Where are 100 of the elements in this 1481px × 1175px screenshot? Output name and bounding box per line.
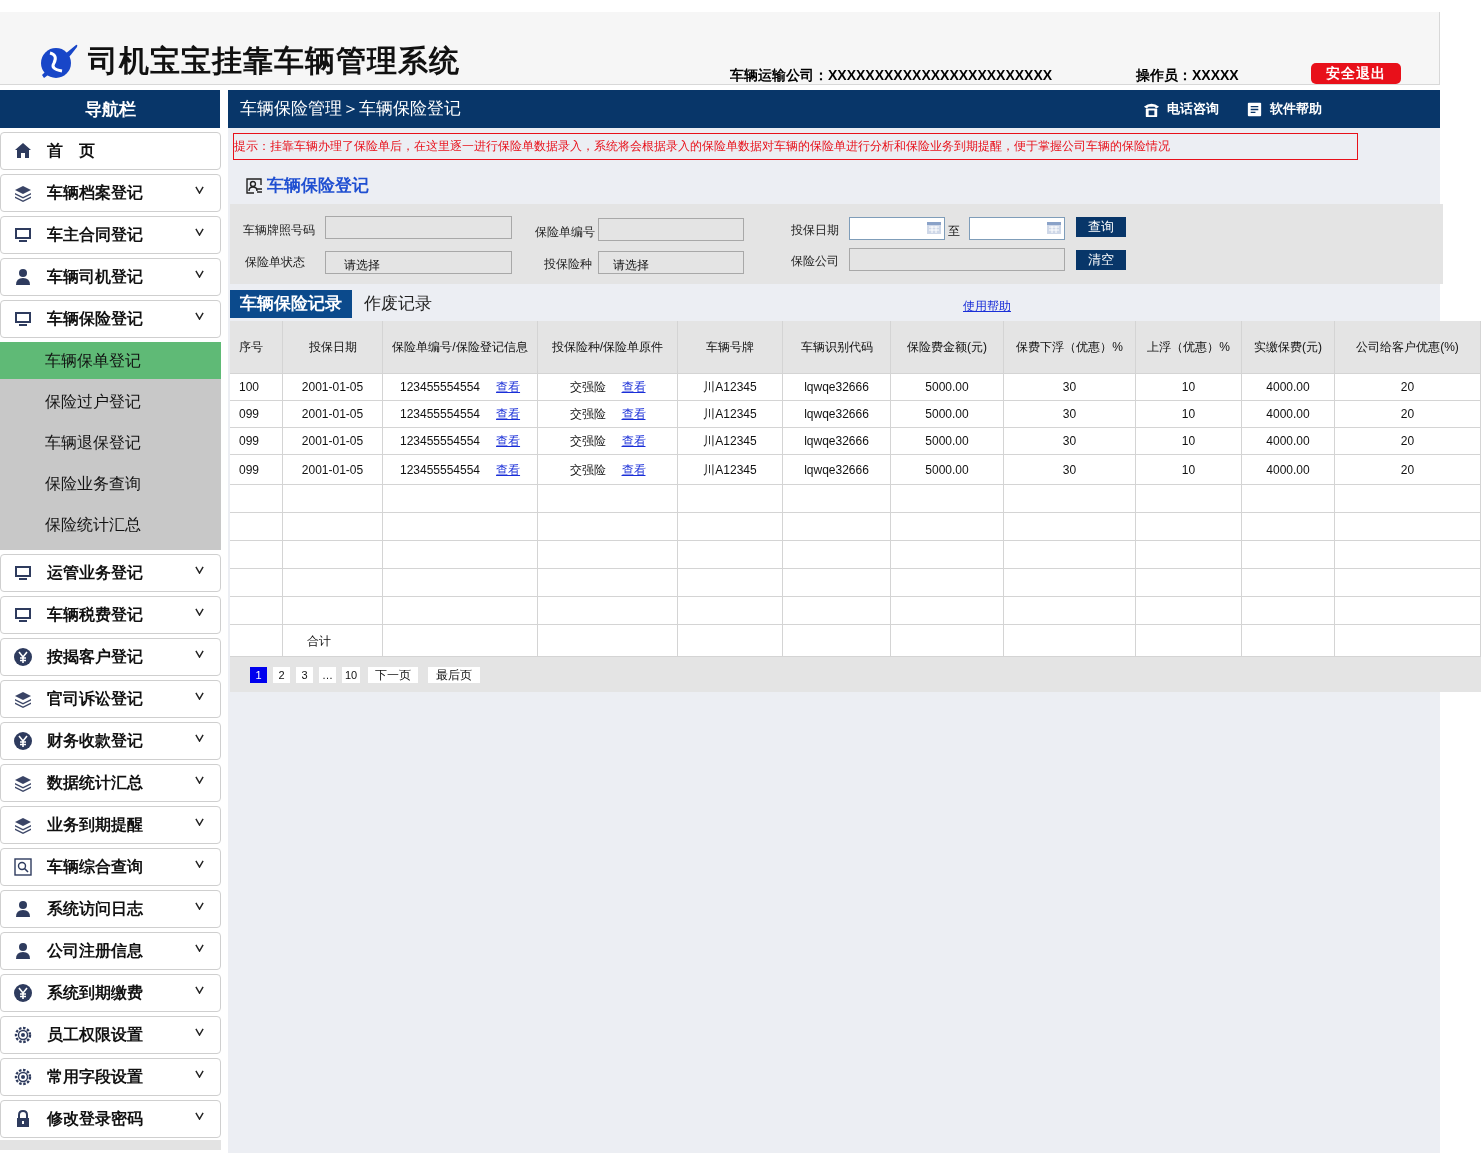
sidebar-item[interactable]: 修改登录密码 [0, 1100, 221, 1138]
monitor-icon [13, 563, 33, 583]
view-link[interactable]: 查看 [496, 432, 521, 450]
submenu-item[interactable]: 车辆退保登记 [0, 424, 221, 461]
view-link[interactable]: 查看 [621, 405, 646, 423]
chevron-down-icon [195, 691, 204, 700]
chevron-down-icon [195, 1069, 204, 1078]
sidebar-item[interactable]: 财务收款登记 [0, 722, 221, 760]
submenu-item[interactable]: 车辆保单登记 [0, 342, 221, 379]
chevron-down-icon [195, 1027, 204, 1036]
logout-button[interactable]: 安全退出 [1311, 63, 1401, 84]
yen-icon [13, 983, 33, 1003]
calendar-icon[interactable] [1047, 221, 1061, 234]
sidebar-item[interactable]: 车辆税费登记 [0, 596, 221, 634]
field-label: 保险单状态 [245, 253, 305, 271]
table-cell-text: 099 [239, 461, 260, 479]
next-page-button[interactable]: 下一页 [368, 666, 419, 683]
select-field[interactable]: 请选择 [598, 250, 744, 274]
submenu-item[interactable]: 保险业务查询 [0, 465, 221, 502]
table-cell-text: 5000.00 [925, 461, 969, 479]
sidebar-item[interactable]: 系统到期缴费 [0, 974, 221, 1012]
sidebar-item[interactable]: 车辆档案登记 [0, 174, 221, 212]
clear-button[interactable]: 清空 [1076, 249, 1126, 270]
sidebar-item[interactable]: 车辆综合查询 [0, 848, 221, 886]
chevron-down-icon [195, 859, 204, 868]
table-cell-text: 100 [239, 379, 260, 396]
sidebar-item[interactable]: 官司诉讼登记 [0, 680, 221, 718]
help-link[interactable]: 使用帮助 [963, 296, 1011, 315]
chevron-down-icon [195, 901, 204, 910]
sidebar-item[interactable]: 车辆保险登记 [0, 300, 221, 338]
page-button[interactable]: … [319, 666, 336, 683]
calendar-icon[interactable] [927, 221, 941, 234]
last-page-button[interactable]: 最后页 [428, 666, 481, 683]
sidebar-item-label: 车辆综合查询 [47, 857, 143, 877]
notice-text: 提示：挂靠车辆办理了保险单后，在这里逐一进行保险单数据录入，系统将会根据录入的保险单数据对车辆的保险单进行分析和保险业务到期提醒，便于掌握公司车辆的保险情况 [233, 133, 1358, 160]
view-link[interactable]: 查看 [496, 378, 521, 396]
sidebar-item[interactable]: 数据统计汇总 [0, 764, 221, 802]
table-cell-text: 2001-01-05 [301, 406, 364, 423]
table-cell-text: lqwqe32666 [804, 406, 869, 423]
page-button[interactable]: 10 [342, 666, 361, 683]
sidebar-item-label: 系统到期缴费 [47, 983, 143, 1003]
table-cell-text: lqwqe32666 [804, 379, 869, 396]
column-header: 投保险种/保险单原件 [551, 339, 664, 356]
sidebar-item[interactable]: 业务到期提醒 [0, 806, 221, 844]
view-link[interactable]: 查看 [496, 405, 521, 423]
submenu-item[interactable]: 保险统计汇总 [0, 506, 221, 543]
table-cell-text: 123455554554 [399, 406, 481, 423]
table-cell-text: 川A12345 [703, 433, 757, 450]
sidebar-item[interactable]: 公司注册信息 [0, 932, 221, 970]
search-button[interactable]: 查询 [1076, 216, 1126, 237]
gear-icon [13, 1025, 33, 1045]
tab[interactable]: 车辆保险记录 [230, 289, 352, 318]
table-cell-text: 川A12345 [703, 379, 757, 396]
table-cell-text: 20 [1400, 379, 1415, 396]
header-link[interactable]: 电话咨询 [1142, 99, 1219, 119]
sidebar-item-label: 官司诉讼登记 [47, 689, 143, 709]
page-button[interactable]: 2 [273, 666, 290, 683]
page-button[interactable]: 3 [296, 666, 313, 683]
search-icon [13, 857, 33, 877]
view-link[interactable]: 查看 [621, 378, 646, 396]
sidebar-item[interactable]: 运管业务登记 [0, 554, 221, 592]
sidebar-item[interactable]: 首 页 [0, 132, 221, 170]
view-link[interactable]: 查看 [621, 432, 646, 450]
date-field[interactable] [849, 216, 945, 240]
input-field[interactable] [325, 215, 512, 239]
submenu-item[interactable]: 保险过户登记 [0, 383, 221, 420]
input-field[interactable] [598, 217, 744, 241]
table-cell-text: 交强险 [569, 461, 606, 479]
sidebar-item[interactable]: 按揭客户登记 [0, 638, 221, 676]
view-link[interactable]: 查看 [496, 460, 521, 479]
field-label: 投保险种 [544, 255, 592, 273]
sidebar-item-label: 修改登录密码 [47, 1109, 143, 1129]
sidebar-item[interactable]: 系统访问日志 [0, 890, 221, 928]
sidebar-item[interactable]: 常用字段设置 [0, 1058, 221, 1096]
field-label: 车辆牌照号码 [243, 221, 315, 239]
page-button[interactable]: 1 [250, 666, 267, 683]
sidebar-item-label: 公司注册信息 [47, 941, 143, 961]
chevron-down-icon [195, 775, 204, 784]
sidebar-title: 导航栏 [0, 90, 220, 128]
sidebar-item-label: 车辆司机登记 [47, 267, 143, 287]
header-link[interactable]: 软件帮助 [1245, 99, 1322, 119]
view-link[interactable]: 查看 [621, 460, 646, 479]
column-header: 实缴保费(元) [1254, 339, 1322, 356]
date-field[interactable] [969, 216, 1065, 240]
chevron-down-icon [195, 649, 204, 658]
tab[interactable]: 作废记录 [352, 289, 444, 318]
input-field[interactable] [849, 247, 1065, 271]
sidebar-item[interactable]: 员工权限设置 [0, 1016, 221, 1054]
table-cell-text: 5000.00 [925, 433, 969, 450]
sidebar-item[interactable]: 车主合同登记 [0, 216, 221, 254]
select-field[interactable]: 请选择 [325, 250, 512, 274]
table-cell-text: 5000.00 [925, 379, 969, 396]
sidebar-item-label: 业务到期提醒 [47, 815, 143, 835]
column-header: 保费下浮（优惠）% [1016, 339, 1123, 356]
table-cell-text: 30 [1062, 433, 1077, 450]
sidebar-item[interactable]: 车辆司机登记 [0, 258, 221, 296]
operator-label: 操作员：XXXXX [1136, 66, 1239, 85]
yen-icon [13, 647, 33, 667]
table-cell-text: 10 [1181, 461, 1196, 479]
sidebar-item-label: 车主合同登记 [47, 225, 143, 245]
